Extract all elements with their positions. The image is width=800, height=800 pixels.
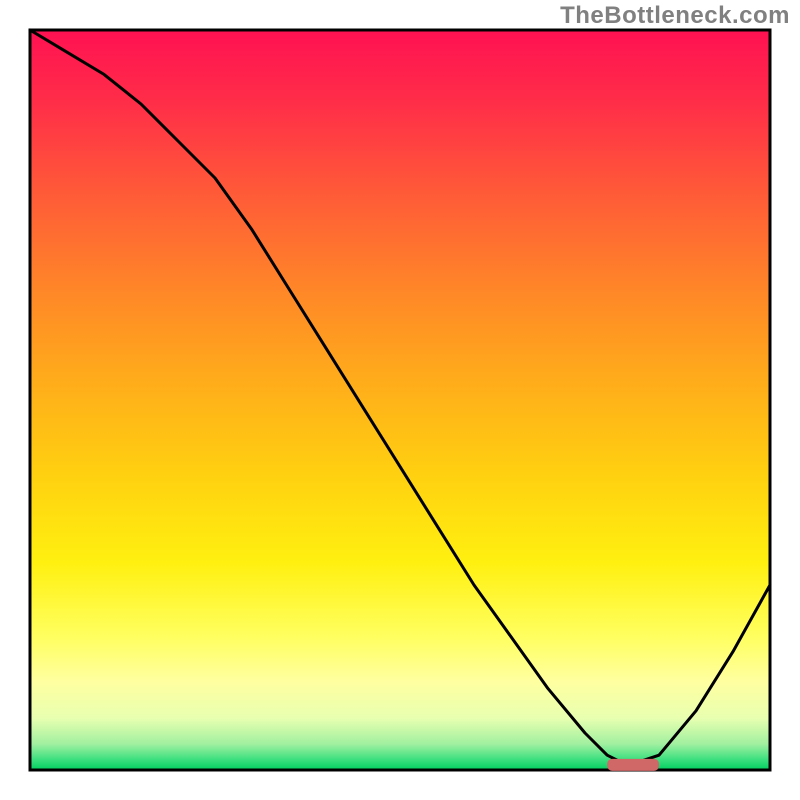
chart-container: { "watermark": "TheBottleneck.com", "cha… [0,0,800,800]
plot-background [30,30,770,770]
chart-svg [0,0,800,800]
plot-group [30,30,770,771]
marker-bar [607,759,659,771]
watermark-text: TheBottleneck.com [560,2,790,30]
